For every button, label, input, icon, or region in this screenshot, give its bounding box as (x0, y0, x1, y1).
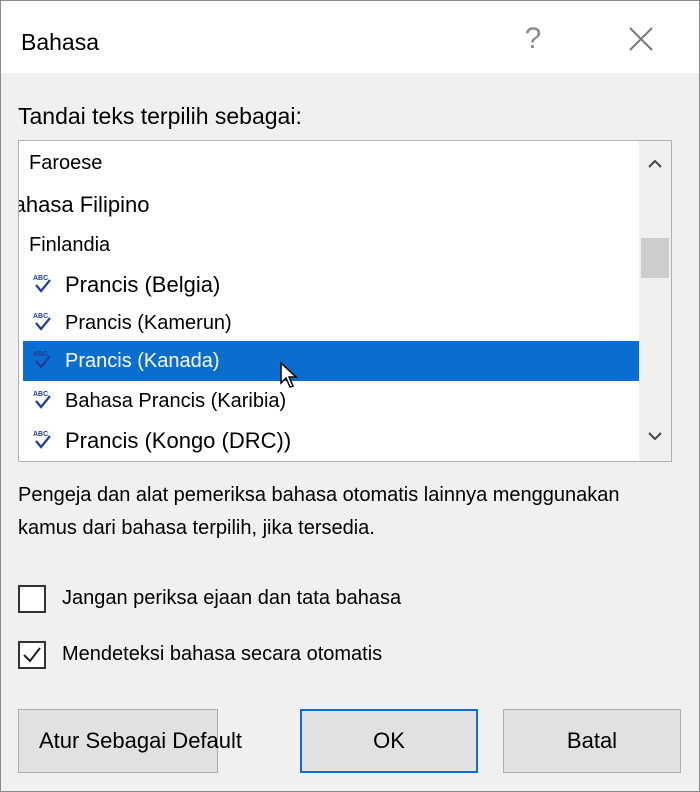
auto-detect-label: Mendeteksi bahasa secara otomatis (62, 643, 383, 665)
chevron-up-icon (648, 159, 662, 168)
set-default-button[interactable]: Atur Sebagai Default (18, 709, 242, 773)
help-button[interactable]: ? (515, 19, 551, 59)
svg-text:ABC: ABC (33, 431, 48, 438)
spell-check-icon: ABC (33, 431, 51, 449)
list-item-label: Bahasa Filipino (19, 192, 150, 217)
mark-text-label: Tandai teks terpilih sebagai: (18, 103, 302, 129)
language-dialog: Bahasa ? Tandai teks terpilih sebagai: F… (0, 0, 700, 792)
cancel-button[interactable]: Batal (503, 709, 681, 773)
no-proofing-checkbox[interactable] (18, 585, 46, 613)
spell-check-icon: ABC (33, 391, 51, 409)
list-item-prancis-kanada[interactable]: ABC Prancis (Kanada) (23, 341, 639, 381)
auto-detect-checkbox[interactable] (18, 641, 46, 669)
ok-button[interactable]: OK (300, 709, 478, 773)
list-item-label: Prancis (Kongo (DRC)) (65, 428, 292, 453)
svg-text:ABC: ABC (33, 391, 48, 398)
language-listbox[interactable]: Faroese Bahasa Filipino Finlandia ABC Pr… (18, 140, 672, 462)
close-icon (629, 27, 653, 51)
checkmark-icon (23, 647, 41, 663)
no-proofing-label: Jangan periksa ejaan dan tata bahasa (62, 587, 402, 609)
svg-text:ABC: ABC (33, 351, 48, 358)
scroll-down-button[interactable] (639, 417, 671, 455)
vertical-scrollbar[interactable] (639, 141, 671, 461)
spell-check-icon: ABC (33, 313, 51, 331)
scroll-thumb[interactable] (641, 238, 669, 278)
spell-check-icon: ABC (33, 351, 51, 369)
close-button[interactable] (621, 19, 661, 59)
dialog-title: Bahasa (21, 29, 100, 55)
svg-text:ABC: ABC (33, 275, 48, 282)
list-item-filipino[interactable]: Bahasa Filipino (19, 185, 609, 225)
list-item-prancis-kamerun[interactable]: ABC Prancis (Kamerun) (23, 303, 639, 343)
mouse-pointer-icon (280, 361, 298, 388)
list-item-label: Faroese (29, 152, 103, 174)
list-item-faroese[interactable]: Faroese (23, 143, 639, 183)
list-item-label: Finlandia (29, 234, 111, 256)
svg-text:ABC: ABC (33, 313, 48, 320)
list-item-prancis-karibia[interactable]: ABC Bahasa Prancis (Karibia) (23, 381, 639, 421)
list-item-label: Bahasa Prancis (Karibia) (65, 390, 287, 412)
title-bar: Bahasa ? (1, 1, 699, 73)
list-item-label: Prancis (Kanada) (65, 350, 220, 372)
scroll-up-button[interactable] (639, 145, 671, 183)
info-text: Pengeja dan alat pemeriksa bahasa otomat… (18, 484, 620, 539)
spell-check-icon: ABC (33, 275, 51, 293)
chevron-down-icon (648, 432, 662, 441)
list-item-prancis-belgia[interactable]: ABC Prancis (Belgia) (23, 265, 639, 305)
list-item-finlandia[interactable]: Finlandia (23, 225, 639, 265)
list-item-label: Prancis (Belgia) (65, 272, 221, 297)
list-item-label: Prancis (Kamerun) (65, 312, 232, 334)
list-item-prancis-kongo[interactable]: ABC Prancis (Kongo (DRC)) (23, 421, 639, 461)
